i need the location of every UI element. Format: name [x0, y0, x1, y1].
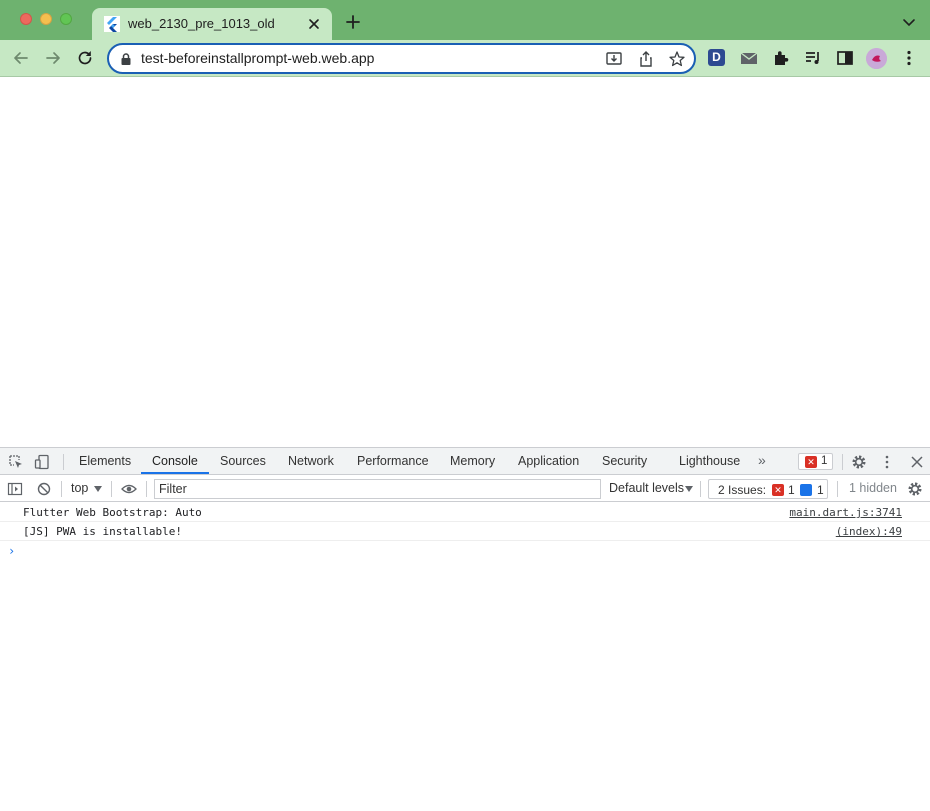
message-text: [JS] PWA is installable!: [23, 525, 182, 538]
device-toolbar-icon[interactable]: [34, 454, 50, 470]
chevron-down-icon[interactable]: [899, 12, 919, 32]
toolbar-divider: [837, 481, 838, 497]
reload-icon[interactable]: [75, 48, 95, 68]
mail-extension-icon[interactable]: [739, 48, 759, 68]
prompt-caret-icon: ›: [8, 544, 16, 558]
clear-console-icon[interactable]: [36, 481, 52, 497]
more-vert-icon[interactable]: [879, 454, 895, 470]
hidden-messages-count: 1 hidden: [849, 481, 897, 495]
tab-title: web_2130_pre_1013_old: [128, 16, 275, 31]
toolbar-divider: [111, 481, 112, 497]
error-icon: ✕: [805, 456, 817, 468]
extensions-puzzle-icon[interactable]: [771, 48, 791, 68]
toolbar-divider: [842, 454, 843, 470]
share-icon[interactable]: [637, 50, 655, 68]
tab-performance[interactable]: Performance: [357, 454, 429, 468]
toolbar-divider: [700, 481, 701, 497]
bird-icon: [866, 48, 887, 69]
sidebar-toggle-icon[interactable]: [7, 481, 23, 497]
tab-lighthouse[interactable]: Lighthouse: [679, 454, 740, 468]
media-queue-icon[interactable]: [803, 48, 823, 68]
issues-info-count: 1: [817, 483, 824, 497]
info-icon: [800, 484, 812, 496]
tab-console[interactable]: Console: [152, 454, 198, 468]
back-icon[interactable]: [11, 48, 31, 68]
chevron-down-icon[interactable]: [94, 486, 102, 492]
close-tab-icon[interactable]: [304, 14, 324, 34]
message-source-link[interactable]: main.dart.js:3741: [789, 506, 902, 519]
dashlane-extension-icon[interactable]: D: [708, 49, 725, 66]
install-app-icon[interactable]: [605, 50, 623, 68]
live-expression-eye-icon[interactable]: [121, 481, 137, 497]
tab-sources[interactable]: Sources: [220, 454, 266, 468]
error-count-badge[interactable]: ✕ 1: [798, 453, 833, 470]
message-source-link[interactable]: (index):49: [836, 525, 902, 538]
error-icon: ✕: [772, 484, 784, 496]
issues-label: 2 Issues:: [718, 483, 767, 497]
console-filter-bar: top Default levels 2 Issues: ✕ 1 1 1 hid…: [0, 476, 930, 502]
new-tab-icon[interactable]: [343, 12, 363, 32]
lock-icon[interactable]: [119, 52, 133, 66]
error-count: 1: [821, 455, 828, 467]
more-vert-icon[interactable]: [899, 48, 919, 68]
tab-strip: web_2130_pre_1013_old: [0, 0, 930, 40]
active-tab-indicator: [141, 472, 209, 474]
gear-icon[interactable]: [907, 481, 923, 497]
forward-icon[interactable]: [43, 48, 63, 68]
gear-icon[interactable]: [851, 454, 867, 470]
tab-security[interactable]: Security: [602, 454, 647, 468]
page-viewport[interactable]: [0, 78, 930, 447]
chevron-down-icon[interactable]: [685, 486, 693, 492]
tab-elements[interactable]: Elements: [79, 454, 131, 468]
console-message: [JS] PWA is installable! (index):49: [0, 522, 930, 541]
inspect-element-icon[interactable]: [8, 454, 24, 470]
url-text[interactable]: test-beforeinstallprompt-web.web.app: [141, 50, 374, 66]
context-selector[interactable]: top: [71, 481, 88, 495]
flutter-icon: [104, 16, 120, 32]
profile-avatar[interactable]: [866, 48, 887, 69]
filter-input[interactable]: [154, 479, 601, 499]
more-tabs-button[interactable]: »: [758, 452, 766, 468]
maximize-window-button[interactable]: [60, 13, 72, 25]
console-messages: Flutter Web Bootstrap: Auto main.dart.js…: [0, 503, 930, 561]
message-text: Flutter Web Bootstrap: Auto: [23, 506, 202, 519]
log-levels-dropdown[interactable]: Default levels: [609, 481, 684, 495]
close-icon[interactable]: [909, 454, 925, 470]
tab-network[interactable]: Network: [288, 454, 334, 468]
issues-error-count: 1: [788, 483, 795, 497]
browser-toolbar: test-beforeinstallprompt-web.web.app D: [0, 40, 930, 77]
minimize-window-button[interactable]: [40, 13, 52, 25]
address-bar[interactable]: test-beforeinstallprompt-web.web.app: [107, 43, 696, 74]
console-message: Flutter Web Bootstrap: Auto main.dart.js…: [0, 503, 930, 522]
browser-tab[interactable]: web_2130_pre_1013_old: [92, 8, 332, 40]
toolbar-divider: [61, 481, 62, 497]
devtools-tab-bar: Elements Console Sources Network Perform…: [0, 448, 930, 475]
tab-application[interactable]: Application: [518, 454, 579, 468]
side-panel-icon[interactable]: [835, 48, 855, 68]
bookmark-star-icon[interactable]: [668, 50, 686, 68]
console-prompt[interactable]: ›: [0, 541, 930, 561]
toolbar-divider: [63, 454, 64, 470]
tab-memory[interactable]: Memory: [450, 454, 495, 468]
close-window-button[interactable]: [20, 13, 32, 25]
devtools-panel: Elements Console Sources Network Perform…: [0, 447, 930, 811]
toolbar-divider: [146, 481, 147, 497]
issues-button[interactable]: 2 Issues: ✕ 1 1: [708, 479, 828, 499]
